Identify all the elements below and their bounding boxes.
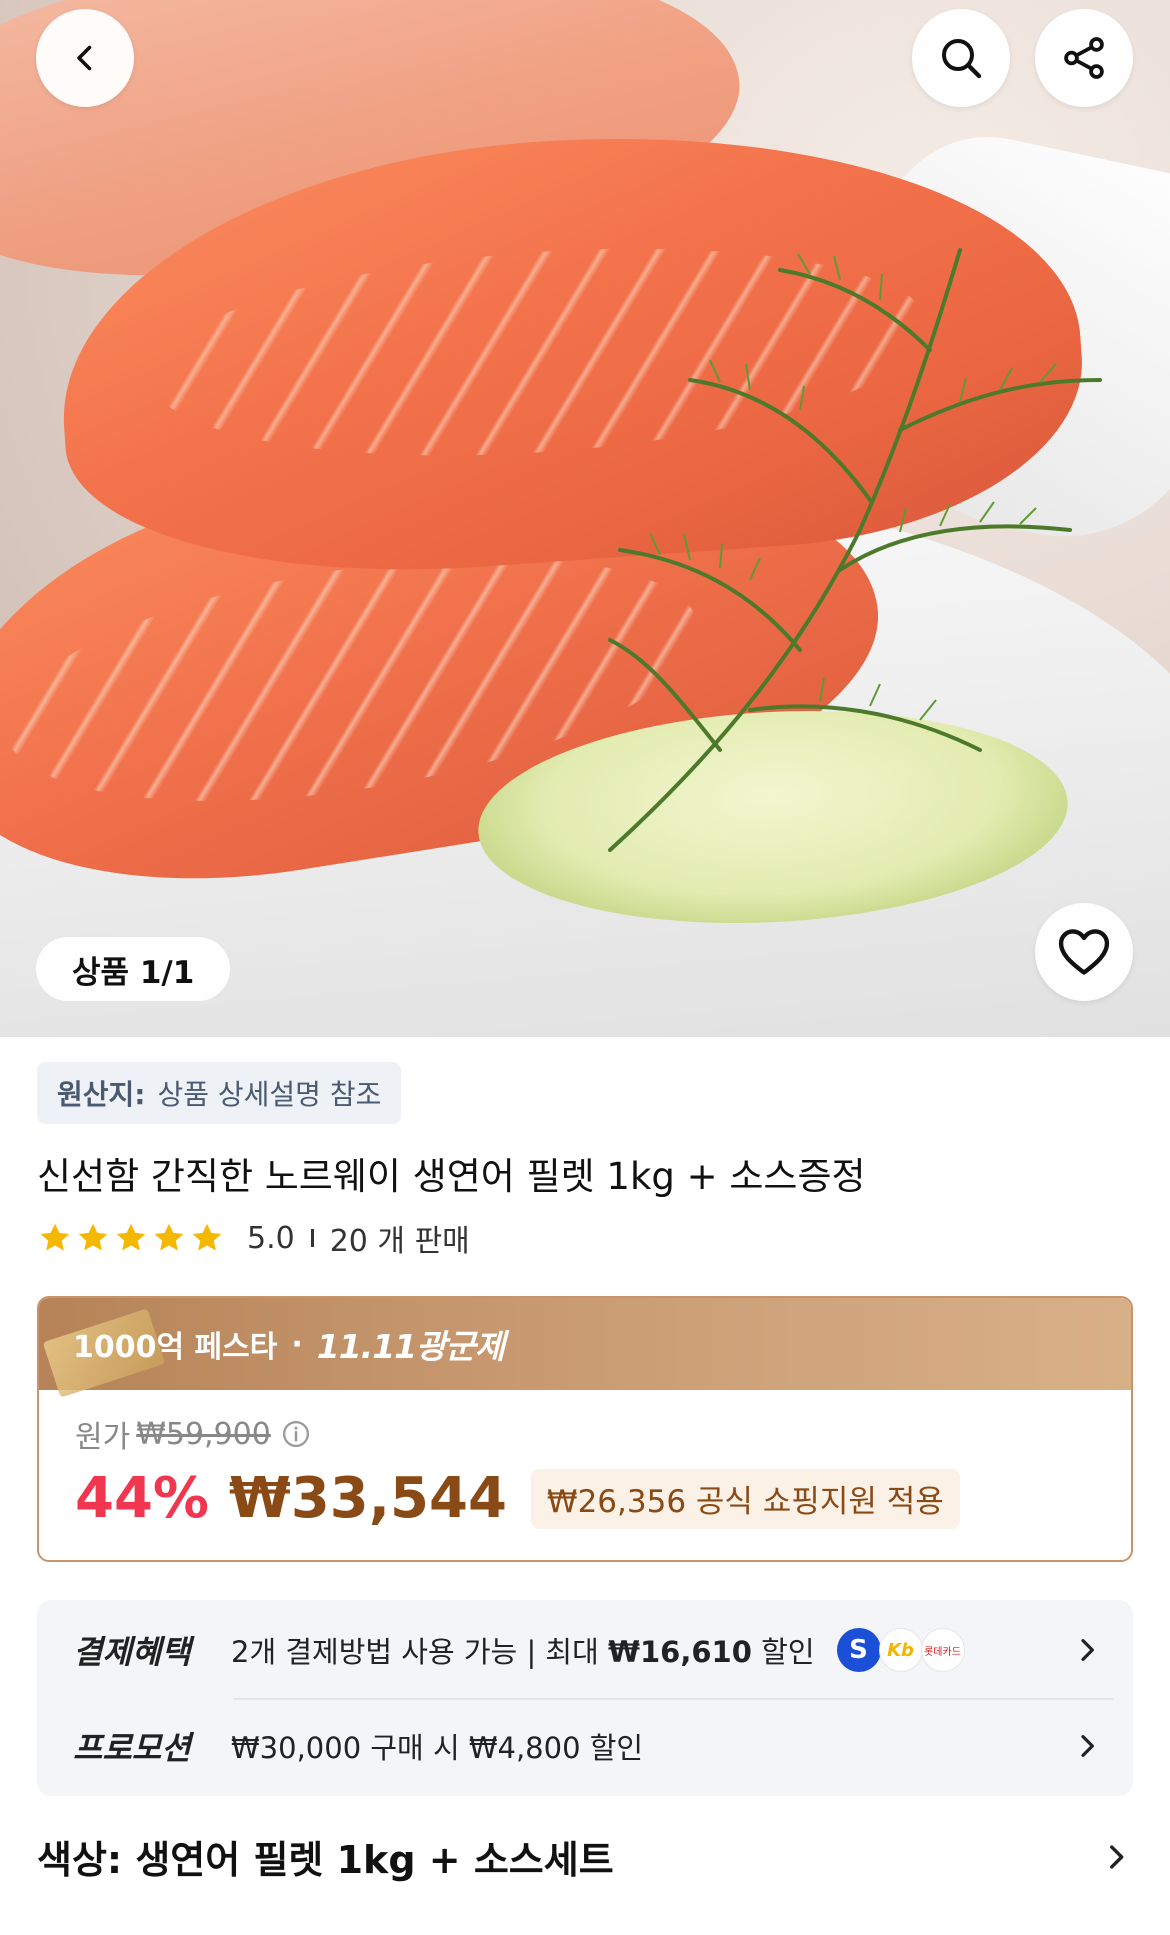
star-icon [116,1223,146,1251]
share-icon [1064,37,1104,79]
star-icon [192,1223,222,1251]
rating-divider [310,1229,314,1247]
festival-name: 1000억 페스타 [73,1330,278,1365]
shopping-support-badge: ₩26,356 공식 쇼핑지원 적용 [530,1468,960,1529]
original-price-row: 원가 ₩59,900 [75,1412,1095,1456]
rating-row[interactable]: 5.0 20 개 판매 [37,1213,470,1263]
rating-score: 5.0 [247,1220,295,1256]
dill-garnish [608,248,1102,852]
payment-benefit-text: 2개 결제방법 사용 가능 | 최대 ₩16,610 할인 [231,1629,815,1671]
star-rating [37,1220,227,1256]
origin-label: 원산지: [57,1078,146,1111]
product-title: 신선함 간직한 노르웨이 생연어 필렛 1kg + 소스증정 [37,1155,866,1198]
chevron-right-icon [1110,1845,1124,1869]
option-selector[interactable]: 색상: 생연어 필렛 1kg + 소스세트 [37,1826,1133,1886]
chevron-right-icon [1081,1639,1094,1661]
star-icon [78,1223,108,1251]
option-label: 색상: 생연어 필렛 1kg + 소스세트 [37,1837,614,1882]
card-logos: S Kb 롯데카드 [836,1628,965,1672]
festival-price-card: 1000억 페스타 · 11.11광군제 원가 ₩59,900 44% ₩33,… [37,1296,1133,1562]
chevron-left-icon [77,45,92,71]
original-price: ₩59,900 [136,1416,271,1452]
benefit-divider [233,1698,1113,1700]
festival-event: 11.11광군제 [316,1327,505,1366]
original-price-label: 원가 [75,1420,131,1455]
payment-benefit-key: 결제혜택 [73,1633,191,1671]
star-icon [40,1223,70,1251]
sale-price: ₩33,544 [229,1466,507,1531]
origin-value: 상품 상세설명 참조 [157,1078,382,1111]
wishlist-button[interactable] [1035,903,1133,1001]
promotion-row[interactable]: 프로모션 ₩30,000 구매 시 ₩4,800 할인 [73,1716,1103,1776]
star-icon [154,1223,184,1251]
festival-banner: 1000억 페스타 · 11.11광군제 [39,1298,1131,1398]
promotion-text: ₩30,000 구매 시 ₩4,800 할인 [231,1731,644,1765]
sale-price-row: 44% ₩33,544 ₩26,356 공식 쇼핑지원 적용 [75,1466,1095,1531]
image-counter: 상품 1/1 [36,937,231,1001]
promotion-key: 프로모션 [73,1729,191,1767]
payment-benefit-row[interactable]: 결제혜택 2개 결제방법 사용 가능 | 최대 ₩16,610 할인 S Kb … [73,1620,1103,1680]
back-button[interactable] [36,9,134,107]
payment-benefit-prefix: 2개 결제방법 사용 가능 | 최대 [231,1635,609,1669]
festival-separator: · [291,1326,303,1362]
search-icon [942,39,982,79]
share-button[interactable] [1035,9,1133,107]
info-icon[interactable] [281,1419,311,1449]
sold-count: 20 개 판매 [329,1224,470,1259]
discount-rate: 44% [75,1466,210,1531]
origin-tag: 원산지: 상품 상세설명 참조 [37,1062,402,1124]
search-button[interactable] [912,9,1010,107]
kb-card-icon: Kb [878,1628,923,1672]
payment-benefit-amount: ₩16,610 [608,1635,752,1669]
benefits-box: 결제혜택 2개 결제방법 사용 가능 | 최대 ₩16,610 할인 S Kb … [37,1600,1133,1796]
shinhan-card-icon: S [836,1628,881,1672]
payment-benefit-suffix: 할인 [751,1635,815,1669]
chevron-right-icon [1081,1735,1094,1757]
lotte-card-icon: 롯데카드 [920,1628,965,1672]
product-image[interactable] [0,0,1170,1037]
heart-icon [1058,929,1110,975]
